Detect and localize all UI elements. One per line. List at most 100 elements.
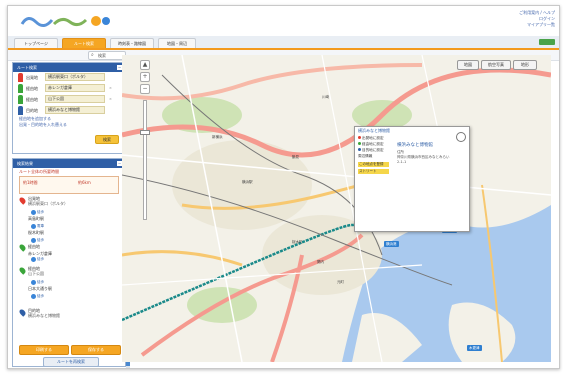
list-item[interactable]: 経由地 山下公園 <box>13 265 125 279</box>
tab-bar: トップページ ルート検索 時刻表・路線図 地図・周辺 <box>8 36 559 50</box>
quick-search[interactable]: ⌕ 検索 <box>88 51 126 60</box>
zoom-out-icon[interactable]: − <box>140 84 150 94</box>
route-search-panel: ルート検索 − 出発地 横浜駅東口（ポルタ） 経由地 赤レンガ倉庫 × 経由地 … <box>12 62 126 154</box>
list-item[interactable]: 電車 桜木町駅 <box>13 223 125 237</box>
step-name: 日本大通り駅 <box>28 286 52 291</box>
area-label: 横浜港 <box>384 241 399 247</box>
step-sub: 横浜みなと博物館 <box>28 313 60 318</box>
route-row-destination: 目的地 横浜みなと博物館 <box>13 105 125 116</box>
place-label: 関内 <box>317 260 324 264</box>
street-button[interactable]: ストリート <box>358 169 389 174</box>
place-label: 横浜駅 <box>242 180 253 184</box>
summary-time: 約1時間 <box>23 180 38 185</box>
set-origin-link[interactable]: 出発地に設定 <box>358 136 384 141</box>
place-label: 元町 <box>337 280 344 284</box>
zoom-slider[interactable] <box>143 100 147 220</box>
popup-text: 2-1-1 <box>397 160 407 164</box>
remove-icon[interactable]: × <box>109 85 119 91</box>
summary-distance: 約6km <box>78 180 91 185</box>
destination-field[interactable]: 横浜みなと博物館 <box>45 106 105 114</box>
green-pin-icon <box>18 84 23 93</box>
list-item[interactable]: 出発地 横浜駅東口（ポルタ） <box>13 195 125 209</box>
green-button[interactable] <box>539 39 555 45</box>
summary-box: 約1時間 約6km <box>19 176 119 194</box>
pan-up-icon[interactable]: ▲ <box>140 60 150 70</box>
route-panel-title: ルート検索 <box>17 65 37 70</box>
red-dot-icon <box>358 136 361 139</box>
mode-chip: 徒歩 <box>31 280 46 285</box>
tab-top[interactable]: トップページ <box>14 38 58 48</box>
mode-chip: 徒歩 <box>31 210 46 215</box>
origin-field[interactable]: 横浜駅東口（ポルタ） <box>45 73 105 81</box>
green-dot-icon <box>358 142 361 145</box>
step-name: 桜木町駅 <box>28 230 44 235</box>
map-canvas[interactable]: 横浜駅 桜木町 関内 元町 新横浜 鶴見 川崎 東京湾 横浜港 木更津 <box>122 55 551 362</box>
step-name: 経由地 <box>28 244 40 249</box>
step-name: 高島町駅 <box>28 216 44 221</box>
info-popup: 横浜みなと博物館 出発地に設定 経由地に設定 目的地に設定 周辺情報 この地点を… <box>354 126 470 232</box>
result-panel-header: 検索結果 − <box>13 159 125 168</box>
register-button[interactable]: この地点を登録 <box>358 162 389 167</box>
step-sub: 山下公園 <box>28 271 44 276</box>
tab-timetable[interactable]: 時刻表・路線図 <box>110 38 154 48</box>
tab-map[interactable]: 地図・周辺 <box>158 38 196 48</box>
list-item[interactable]: 赤レンガ倉庫 徒歩 <box>13 251 125 265</box>
route-row-waypoint-2: 経由地 山下公園 × <box>13 94 125 105</box>
swap-link[interactable]: 出発・目的地を入れ替える <box>13 122 125 128</box>
result-panel: 検索結果 − ルート全体の所要時間 約1時間 約6km 出発地 横浜駅東口（ポル… <box>12 158 126 367</box>
step-sub: 横浜駅東口（ポルタ） <box>28 201 68 206</box>
zoom-control: ▲ + − <box>138 60 152 230</box>
research-button[interactable]: ルートを再検索 <box>43 357 99 367</box>
popup-header: 横浜みなと博物館 <box>358 128 390 133</box>
list-item[interactable]: 徒歩 経由地 <box>13 237 125 252</box>
list-item[interactable]: 徒歩 <box>13 293 125 307</box>
nearby-link[interactable]: 周辺情報 <box>358 154 372 159</box>
place-label: 桜木町 <box>292 240 303 244</box>
summary-title: ルート全体の所要時間 <box>19 169 59 174</box>
set-destination-link[interactable]: 目的地に設定 <box>358 148 384 153</box>
mode-chip: 徒歩 <box>31 257 46 262</box>
mode-chip: 徒歩 <box>31 294 46 299</box>
map-type-satellite-button[interactable]: 航空写真 <box>481 60 511 70</box>
green-pin-icon <box>18 95 23 104</box>
site-logo[interactable] <box>18 10 116 32</box>
waypoint-1-field[interactable]: 赤レンガ倉庫 <box>45 84 105 92</box>
zoom-in-icon[interactable]: + <box>140 72 150 82</box>
zoom-slider-knob[interactable] <box>140 130 150 135</box>
header: ご利用案内 / ヘルプ ログイン マイアプリ一覧 <box>8 6 559 36</box>
mode-chip: 電車 <box>31 224 46 229</box>
route-panel-header: ルート検索 − <box>13 63 125 72</box>
step-list: 出発地 横浜駅東口（ポルタ） 徒歩 高島町駅 電車 桜木町駅 徒歩 経由地 赤レ… <box>13 195 125 321</box>
row-label: 目的地 <box>26 108 38 113</box>
popup-option: 経由地に設定 <box>362 142 384 146</box>
map-graphics <box>122 55 551 362</box>
result-panel-title: 検索結果 <box>17 161 33 166</box>
myapp-link[interactable]: マイアプリ一覧 <box>519 22 555 28</box>
map-type-terrain-button[interactable]: 地形 <box>513 60 537 70</box>
row-label: 経由地 <box>26 86 38 91</box>
place-label: 鶴見 <box>292 155 299 159</box>
step-sub: 赤レンガ倉庫 <box>28 251 52 256</box>
waypoint-2-field[interactable]: 山下公園 <box>45 95 105 103</box>
place-label: 新横浜 <box>212 135 223 139</box>
route-search-button[interactable]: 検索 <box>95 135 119 144</box>
set-waypoint-link[interactable]: 経由地に設定 <box>358 142 384 147</box>
list-item[interactable]: 目的地 横浜みなと博物館 <box>13 307 125 321</box>
map-type-map-button[interactable]: 地図 <box>457 60 479 70</box>
blue-dot-icon <box>358 148 361 151</box>
remove-icon[interactable]: × <box>109 96 119 102</box>
close-icon[interactable] <box>456 132 466 142</box>
blue-pin-icon <box>18 106 23 115</box>
search-icon: ⌕ <box>91 52 94 58</box>
red-pin-icon <box>18 73 23 82</box>
row-label: 経由地 <box>26 97 38 102</box>
popup-option: 目的地に設定 <box>362 148 384 152</box>
area-label: 木更津 <box>467 345 482 351</box>
list-item[interactable]: 徒歩 高島町駅 <box>13 209 125 223</box>
print-button[interactable]: 印刷する <box>19 345 69 355</box>
save-button[interactable]: 保存する <box>71 345 121 355</box>
tab-route[interactable]: ルート検索 <box>62 38 106 48</box>
list-item[interactable]: 徒歩 日本大通り駅 <box>13 279 125 293</box>
quick-search-label: 検索 <box>98 53 106 58</box>
location-pin-icon <box>18 196 27 205</box>
